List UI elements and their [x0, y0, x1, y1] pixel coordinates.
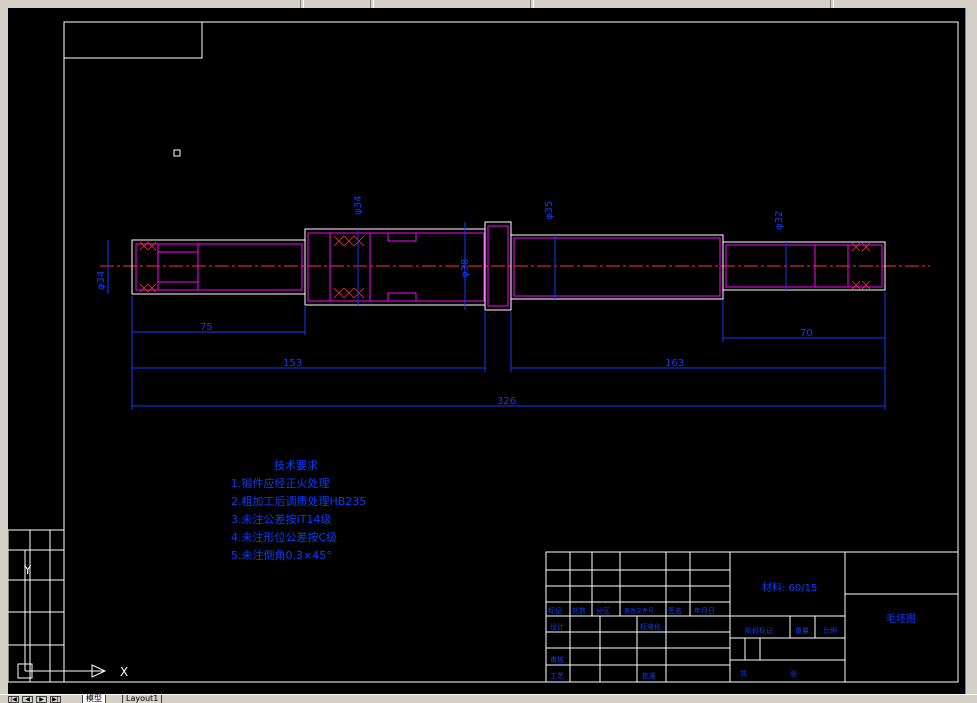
dim-153: 153 [283, 358, 302, 369]
toolbar-separator [530, 0, 534, 8]
drawing-code-box [63, 21, 203, 59]
tb-label: 处数 [572, 606, 586, 615]
dim-dia-right: φ32 [774, 211, 785, 230]
tb-scale: 比例 [823, 626, 837, 635]
ucs-y-label: Y [23, 563, 32, 577]
tb-standard: 标准化 [640, 622, 661, 631]
note-item: 4.未注形位公差按C级 [231, 530, 337, 544]
tb-label: 年月日 [694, 606, 715, 615]
notes-title: 技术要求 [274, 459, 318, 472]
note-item: 5.未注倒角0.3×45° [231, 548, 332, 562]
drawing-canvas[interactable]: 75 70 153 163 326 φ34 φ34 φ38 φ35 φ32 技术… [8, 8, 965, 694]
tb-weight: 重量 [795, 627, 809, 635]
tb-stage: 阶段标记 [745, 626, 773, 635]
dim-75: 75 [200, 322, 213, 333]
tb-label: 标记 [548, 606, 562, 615]
note-item: 2.粗加工后调质处理HB235 [231, 495, 366, 508]
cursor-pickbox [173, 149, 181, 157]
tb-label: 分区 [596, 606, 610, 615]
dim-dia-right-mid: φ35 [544, 201, 555, 220]
dimension-lines [107, 222, 886, 410]
part-name: 毛坯图 [886, 613, 916, 625]
toolbar-separator [830, 0, 834, 8]
toolbar-separator [370, 0, 374, 8]
tb-approve: 批准 [642, 671, 656, 680]
note-item: 1.锻件应经正火处理 [231, 476, 330, 490]
dim-163: 163 [665, 358, 684, 369]
side-record-table [8, 529, 65, 683]
tb-sheets: 共 [740, 669, 747, 678]
toolbar-separator [300, 0, 304, 8]
drawing-svg: 75 70 153 163 326 φ34 φ34 φ38 φ35 φ32 技术… [8, 21, 959, 683]
tb-review: 审核 [550, 655, 564, 664]
left-scroll-strip [0, 8, 8, 694]
tb-process: 工艺 [550, 672, 564, 680]
dim-70: 70 [800, 328, 813, 339]
dim-326: 326 [497, 396, 516, 407]
tb-sheet: 张 [790, 669, 797, 678]
ucs-x-label: X [120, 665, 128, 679]
vertical-scrollbar[interactable] [965, 8, 977, 694]
tb-design: 设计 [550, 622, 564, 631]
dim-dia-left: φ34 [96, 271, 107, 290]
note-item: 3.未注公差按IT14级 [231, 512, 331, 526]
material-label: 材料: 60/15 [762, 581, 817, 594]
tb-label: 签名 [668, 606, 682, 615]
dim-dia-mid: φ34 [353, 196, 364, 215]
tb-label: 更改文件号 [624, 607, 654, 615]
dim-dia-collar: φ38 [460, 259, 471, 278]
